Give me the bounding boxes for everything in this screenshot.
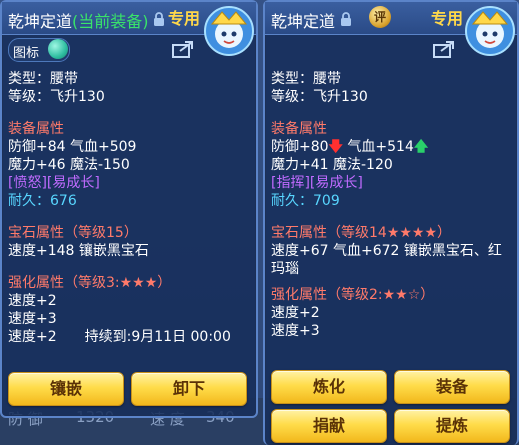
item-type: 类型：腰带	[8, 71, 78, 87]
enhance-title: 强化属性（等级2:★★☆）	[271, 287, 435, 303]
seal-icon: 评	[369, 6, 391, 28]
item-type: 类型：腰带	[271, 71, 341, 87]
extract-button[interactable]: 提炼	[394, 409, 510, 443]
enhance-title: 强化属性（等级3:★★★）	[8, 275, 172, 291]
durability: 耐久：676	[8, 193, 77, 209]
enhance-line: 速度+2	[8, 293, 57, 309]
enhance-line: 速度+3	[8, 311, 57, 327]
avatar-icon	[465, 6, 515, 56]
item-tooltip-compare: 乾坤定道 评 专用 类型：腰带 等级：飞升130 装备属性 防御+80🡇 气血+…	[263, 0, 519, 445]
attr-line: 防御+84 气血+509	[8, 139, 137, 155]
gem-title: 宝石属性（等级14★★★★）	[271, 225, 452, 241]
item-title: 乾坤定道	[271, 12, 336, 31]
item-tooltip-current: 乾坤定道(当前装备) 专用 图标 类型：腰带 等级：飞升130 装备属性 防御+…	[0, 0, 258, 418]
gem-title: 宝石属性（等级15）	[8, 225, 138, 241]
equip-button[interactable]: 装备	[394, 370, 510, 404]
item-title: 乾坤定道	[8, 12, 73, 31]
arrow-down-icon: 🡇	[328, 139, 343, 155]
attr-line: 魔力+41 魔法-120	[271, 157, 393, 173]
item-name: 乾坤定道	[271, 8, 335, 32]
attr-hp: 气血+514	[347, 139, 414, 155]
share-icon[interactable]	[433, 40, 455, 58]
toggle-knob-icon	[48, 39, 68, 59]
icon-toggle-label: 图标	[13, 46, 40, 61]
refine-button[interactable]: 炼化	[271, 370, 387, 404]
attr-defense: 防御+80	[271, 139, 329, 155]
gem-line: 玛瑙	[271, 261, 299, 277]
item-level: 等级：飞升130	[8, 89, 105, 105]
special-tags: [愤怒][易成长]	[8, 175, 100, 191]
attr-title: 装备属性	[8, 121, 64, 137]
enhance-line: 速度+3	[271, 323, 320, 339]
gem-line: 速度+67 气血+672 镶嵌黑宝石、红	[271, 243, 502, 259]
arrow-up-icon: 🡅	[413, 139, 429, 155]
attr-line: 防御+80🡇 气血+514🡅	[271, 138, 513, 156]
attr-line: 魔力+46 魔法-150	[8, 157, 130, 173]
item-name: 乾坤定道(当前装备)	[8, 8, 149, 32]
donate-button[interactable]: 捐献	[271, 409, 387, 443]
exclusive-label: 专用	[168, 9, 201, 28]
inlay-button[interactable]: 镶嵌	[8, 372, 124, 406]
unequip-button[interactable]: 卸下	[131, 372, 247, 406]
exclusive-label: 专用	[431, 9, 464, 28]
icon-toggle[interactable]: 图标	[8, 38, 70, 62]
lock-icon	[341, 12, 351, 26]
avatar-icon	[204, 6, 254, 56]
durability: 耐久：709	[271, 193, 340, 209]
equipped-note: (当前装备)	[72, 12, 149, 31]
item-details: 类型：腰带 等级：飞升130 装备属性 防御+80🡇 气血+514🡅 魔力+41…	[271, 70, 513, 340]
attr-title: 装备属性	[271, 121, 327, 137]
share-icon[interactable]	[172, 40, 194, 58]
lock-icon	[154, 12, 164, 26]
gem-line: 速度+148 镶嵌黑宝石	[8, 243, 149, 259]
enhance-line: 速度+2 持续到:9月11日 00:00	[8, 329, 231, 345]
item-details: 类型：腰带 等级：飞升130 装备属性 防御+84 气血+509 魔力+46 魔…	[8, 70, 252, 346]
enhance-line: 速度+2	[271, 305, 320, 321]
item-level: 等级：飞升130	[271, 89, 368, 105]
special-tags: [指挥][易成长]	[271, 175, 363, 191]
